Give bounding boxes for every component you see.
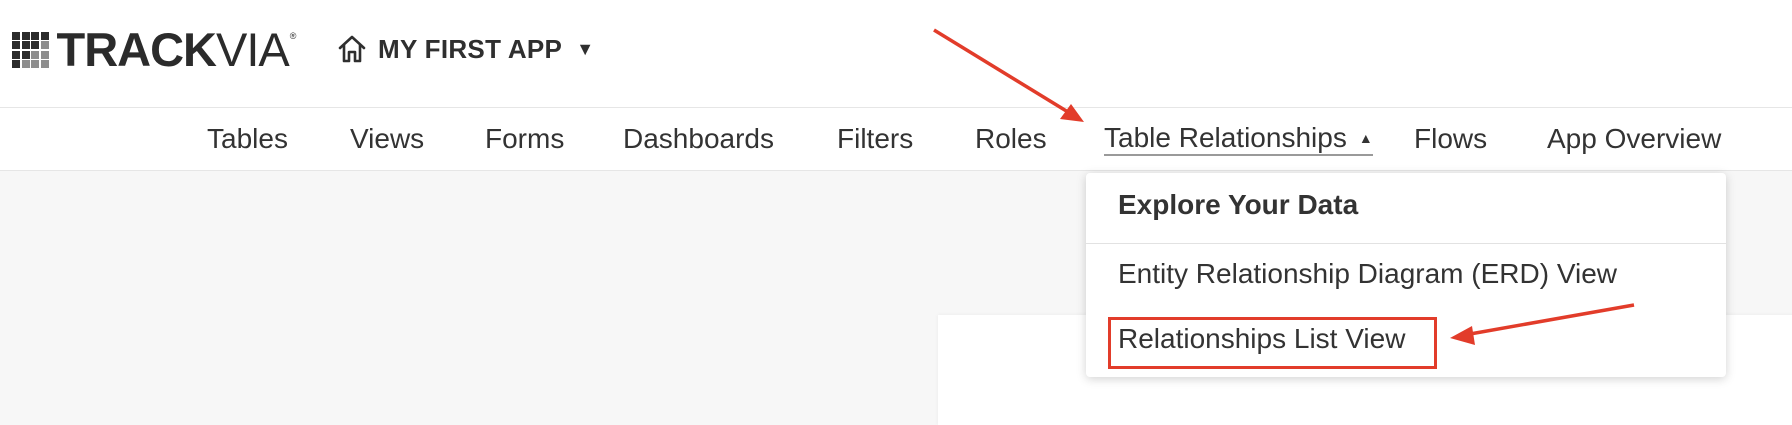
logo-text: TRACKVIA <box>56 23 290 76</box>
app-switcher[interactable]: MY FIRST APP ▼ <box>336 29 594 69</box>
relationships-list-view-menu-item[interactable]: Relationships List View <box>1118 323 1405 355</box>
nav-roles[interactable]: Roles <box>975 122 1047 156</box>
registered-mark: ® <box>289 31 297 41</box>
nav-forms[interactable]: Forms <box>485 122 564 156</box>
nav-tables[interactable]: Tables <box>207 122 288 156</box>
nav-table-relationships[interactable]: Table Relationships ▲ <box>1104 122 1373 156</box>
trackvia-logo[interactable]: TRACKVIA ® <box>12 23 297 76</box>
caret-up-icon: ▲ <box>1358 130 1373 146</box>
home-icon <box>338 35 366 63</box>
app-name: MY FIRST APP <box>378 33 563 64</box>
nav-app-overview[interactable]: App Overview <box>1547 122 1721 156</box>
nav-flows[interactable]: Flows <box>1414 122 1487 156</box>
dropdown-header: Explore Your Data <box>1086 173 1726 244</box>
nav-table-relationships-label: Table Relationships <box>1104 122 1347 153</box>
main-nav: Tables Views Forms Dashboards Filters Ro… <box>0 107 1792 171</box>
caret-down-icon: ▼ <box>576 38 595 59</box>
table-relationships-dropdown: Explore Your Data Entity Relationship Di… <box>1086 173 1726 377</box>
top-bar: TRACKVIA ® MY FIRST APP ▼ <box>0 0 1792 107</box>
nav-views[interactable]: Views <box>350 122 424 156</box>
logo-grid-icon <box>12 31 49 69</box>
nav-filters[interactable]: Filters <box>837 122 913 156</box>
nav-dashboards[interactable]: Dashboards <box>623 122 774 156</box>
erd-view-menu-item[interactable]: Entity Relationship Diagram (ERD) View <box>1118 258 1617 290</box>
